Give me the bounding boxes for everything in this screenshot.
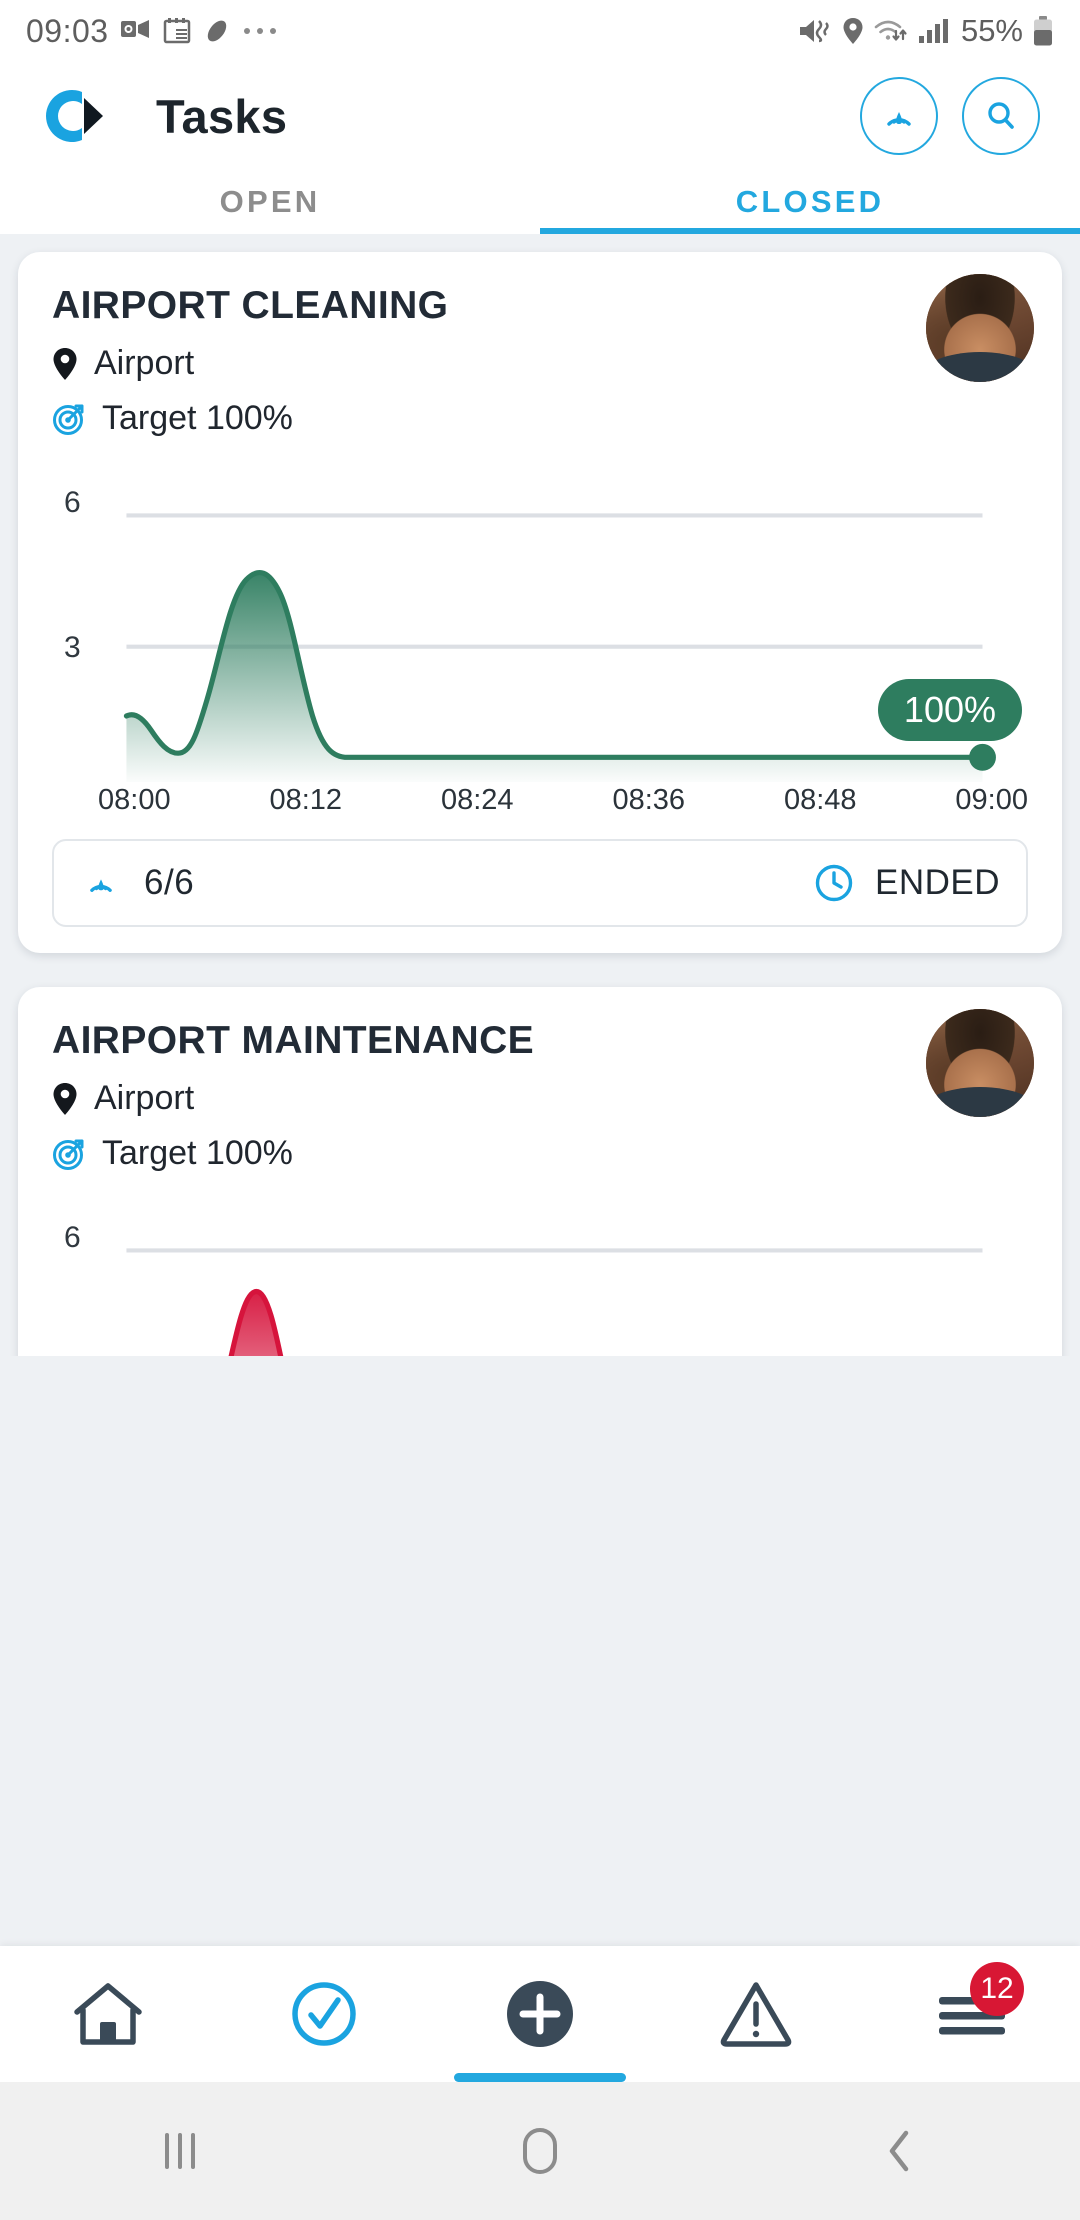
page-title: Tasks <box>156 89 288 143</box>
task-footer[interactable]: 6/6 ENDED <box>52 839 1028 928</box>
status-bar-left: 09:03 <box>26 13 277 50</box>
task-title: AIRPORT MAINTENANCE <box>52 1019 535 1063</box>
status-bar-right: 55% <box>797 13 1054 49</box>
chart-svg <box>126 1248 983 1356</box>
menu-badge: 12 <box>970 1962 1024 2016</box>
target-icon <box>52 1137 86 1171</box>
nav-alerts[interactable] <box>648 1946 864 2082</box>
avatar[interactable] <box>926 1009 1034 1118</box>
task-footer-left: 6/6 <box>80 862 194 904</box>
broadcast-button[interactable] <box>860 77 938 155</box>
task-target: Target 100% <box>102 399 293 437</box>
task-location-row: Airport <box>52 1079 1028 1118</box>
back-chevron-icon <box>880 2127 920 2175</box>
target-icon <box>52 402 86 436</box>
notes-icon <box>163 17 191 45</box>
task-location-row: Airport <box>52 344 1028 383</box>
chart-xticks: 08:00 08:12 08:24 08:36 08:48 09:00 <box>52 782 1028 817</box>
task-card[interactable]: AIRPORT MAINTENANCE Airport Target 100% … <box>18 987 1062 1356</box>
xtick: 08:36 <box>612 784 686 817</box>
status-time: 09:03 <box>26 12 109 49</box>
android-recents-button[interactable] <box>0 2127 360 2175</box>
android-back-button[interactable] <box>720 2127 1080 2175</box>
status-bar: 09:03 55% <box>0 0 1080 62</box>
location-pin-icon <box>52 347 78 381</box>
chart-svg <box>123 513 996 783</box>
task-chart: 6 3 100% 08:00 08:12 08:24 08:36 08:48 0… <box>52 472 1028 817</box>
search-button[interactable] <box>962 77 1040 155</box>
search-icon <box>979 94 1023 138</box>
avatar[interactable] <box>926 274 1034 382</box>
clock-icon <box>813 862 855 904</box>
nav-add[interactable] <box>432 1946 648 2082</box>
warning-triangle-icon <box>717 1977 795 2051</box>
xtick: 08:00 <box>98 784 171 817</box>
plus-icon <box>501 1975 579 2053</box>
home-pill-icon <box>517 2126 563 2176</box>
task-location: Airport <box>94 344 195 382</box>
outlook-icon <box>120 17 151 45</box>
task-status: ENDED <box>874 863 1000 903</box>
xtick: 08:12 <box>269 784 343 817</box>
chart-endpoint <box>969 743 996 771</box>
location-icon <box>842 17 864 45</box>
chart-badge: 100% <box>877 679 1022 742</box>
task-target-row: Target 100% <box>52 399 1028 438</box>
signal-icon <box>918 17 950 45</box>
recents-icon <box>157 2127 203 2175</box>
nav-tasks[interactable] <box>216 1946 432 2082</box>
check-circle-icon <box>286 1976 362 2052</box>
task-card[interactable]: AIRPORT CLEANING Airport Target 100% 6 3… <box>18 252 1062 954</box>
task-footer-right: ENDED <box>813 862 1000 904</box>
xtick: 09:00 <box>955 784 1028 817</box>
vibrate-off-icon <box>797 17 833 45</box>
android-nav-bar <box>0 2082 1080 2220</box>
tab-open[interactable]: OPEN <box>0 170 540 234</box>
task-target-row: Target 100% <box>52 1134 1028 1173</box>
tab-closed[interactable]: CLOSED <box>540 170 1080 234</box>
broadcast-icon <box>80 862 122 904</box>
wifi-icon <box>873 17 909 45</box>
battery-percent: 55% <box>960 13 1023 48</box>
chart-area-fill <box>231 1291 281 1356</box>
coreo-logo <box>40 84 114 148</box>
task-target: Target 100% <box>102 1134 293 1173</box>
task-title: AIRPORT CLEANING <box>52 284 449 327</box>
bottom-nav: 12 <box>0 1946 1080 2082</box>
app-bar-actions <box>860 77 1040 155</box>
location-pin-icon <box>52 1082 78 1116</box>
xtick: 08:24 <box>440 784 514 817</box>
task-chart: 6 3 75% 08:30 08:36 08:42 08:48 08:54 09… <box>52 1207 1028 1356</box>
android-home-button[interactable] <box>360 2126 720 2176</box>
nav-home[interactable] <box>0 1946 216 2082</box>
task-location: Airport <box>94 1079 195 1118</box>
task-list[interactable]: AIRPORT CLEANING Airport Target 100% 6 3… <box>0 234 1080 1356</box>
tag-icon <box>203 17 231 45</box>
battery-icon <box>1032 16 1054 46</box>
tab-bar: OPEN CLOSED <box>0 170 1080 234</box>
chart-area-fill <box>126 572 983 783</box>
nav-menu[interactable]: 12 <box>864 1946 1080 2082</box>
broadcast-icon <box>876 93 922 139</box>
phone-screen: 09:03 55% Tasks OPEN CLOSED AIRPORT CLEA… <box>0 0 1080 2220</box>
task-count: 6/6 <box>144 863 195 903</box>
app-bar: Tasks <box>0 62 1080 170</box>
more-icon <box>243 26 277 36</box>
xtick: 08:48 <box>783 784 857 817</box>
home-icon <box>69 1978 147 2050</box>
scroll-indicator <box>454 2073 626 2082</box>
